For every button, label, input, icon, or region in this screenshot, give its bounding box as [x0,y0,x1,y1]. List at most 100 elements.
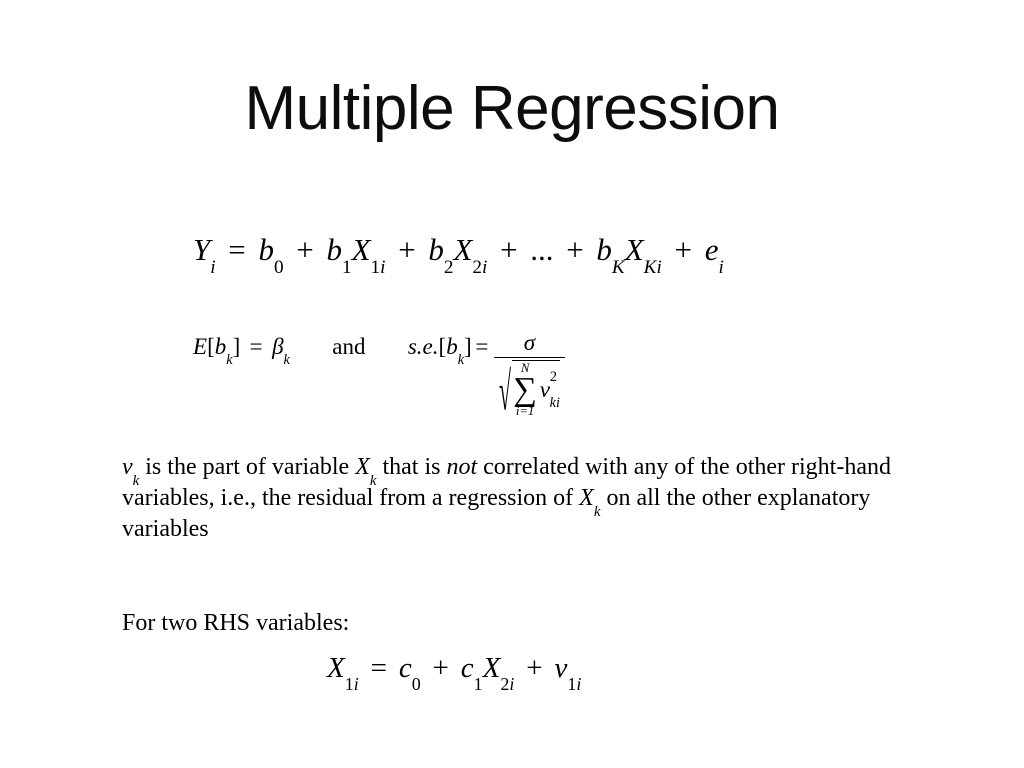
body-segment-2: is the part of variable [139,454,356,480]
equation-main-plus-5: + [674,232,692,267]
equation-main-plus-1: + [296,232,314,267]
equation-main-term-4-var-sub-idx: i [656,257,662,279]
equation-standard-error: s.e.[bk] = σ √ N ∑ i=1 v2 ki [407,330,567,422]
equation-se-sum-body-var: v [539,377,550,402]
equation-se-fraction: σ √ N ∑ i=1 v2 ki [494,330,565,422]
equation-main-term-2-var-sub-idx: i [482,257,488,279]
equation-last-term-2-sub-num: 1 [567,673,577,694]
equation-expectation-rhs-sub: k [283,352,290,369]
equation-main-term-0: b0 [258,232,283,277]
body-var-x-1: X [355,454,370,480]
equation-expectation: E[bk] = βk [193,330,290,367]
equation-last-plus-2: + [526,652,543,684]
equation-expectation-arg-var: b [214,334,227,359]
equation-main-term-5-sub: i [718,257,724,279]
equation-main-plus-3: + [500,232,518,267]
equation-last-equals: = [370,652,387,684]
equation-last-term-1-coef: c [460,652,474,684]
equation-last-term-1-coef-sub: 1 [473,673,483,694]
equation-se-arg-sub: k [457,352,465,369]
equation-last-term-1-var-sub: 2i [500,674,514,694]
equation-main-term-2-var-sub-num: 2 [472,257,483,279]
equation-main-lhs: Yi [193,232,216,277]
equation-se-close-bracket: ] [464,334,472,359]
equation-last-lhs-sub-idx: i [353,673,359,694]
equation-main-term-4-var-sub-num: K [643,257,657,279]
equation-last-term-2: v1i [554,652,581,693]
equation-last-term-0: c0 [398,652,421,693]
body-var-x-2-sub: k [593,503,601,520]
equation-main-term-0-sub: 0 [273,257,284,279]
equation-se-sum-body-sup: 2 [549,368,558,385]
equation-conjunction-and: and [332,334,366,359]
equation-main-term-2-coef: b [428,232,444,267]
equation-main-lhs-var: Y [193,232,211,267]
equation-two-rhs: X1i = c0 + c1X2i + v1i [327,652,581,693]
equation-main-term-4-var: X [624,232,644,267]
equation-last-term-0-coef: c [398,652,412,684]
equation-se-radical: √ N ∑ i=1 v2 ki [498,360,560,422]
equation-main-term-4-coef: b [596,232,612,267]
equation-main-term-4-var-sub: Ki [644,257,662,278]
equation-se-sum-lower: i=1 [515,404,535,419]
body-var-x-2: X [579,485,594,511]
equation-se-summation: N ∑ i=1 [513,362,537,418]
body-emphasis-not: not [446,454,478,480]
equation-last-plus-1: + [432,652,449,684]
equation-main-plus-2: + [398,232,416,267]
body-var-x-1-sub: k [369,472,377,489]
radical-overbar [511,360,560,361]
body-var-v-sub: k [132,472,140,489]
lead-in-text: For two RHS variables: [122,610,350,636]
equation-se-sum-body: v2 ki [537,369,560,410]
equation-se-equals: = [475,334,489,359]
equation-expectation-arg-sub: k [226,352,233,369]
equation-main-term-4: bKXKi [596,232,661,277]
equation-main-term-2-var: X [453,232,473,267]
equation-main-term-1-var: X [351,232,371,267]
equation-last-term-2-coef: v [554,652,568,684]
equation-last-lhs-sub-num: 1 [344,673,354,694]
equation-expectation-func: E [193,334,208,359]
equation-se-arg-var: b [446,334,458,359]
equation-row-expectation-and-se: E[bk] = βk and s.e.[bk] = σ √ N ∑ i=1 v2… [193,330,567,422]
equation-main-term-1-coef-sub: 1 [341,257,352,279]
equation-se-sum-body-sub: ki [549,395,560,412]
equation-last-term-1-var: X [482,652,501,684]
equation-last-term-2-sub: 1i [567,674,581,694]
equation-main-term-2: b2X2i [428,232,487,277]
equation-main-plus-4: + [566,232,584,267]
equation-main-term-4-coef-sub: K [611,257,625,279]
equation-main-term-2-coef-sub: 2 [443,257,454,279]
equation-expectation-open-bracket: [ [207,334,215,359]
equation-main-term-1-var-sub-idx: i [380,257,386,279]
equation-expectation-equals: = [249,334,263,359]
equation-main-term-2-var-sub: 2i [472,257,487,278]
body-paragraph: vk is the part of variable Xk that is no… [122,452,912,545]
equation-main-term-1-var-sub-num: 1 [370,257,381,279]
equation-main-term-1: b1X1i [326,232,385,277]
page-title: Multiple Regression [244,74,780,143]
equation-main-term-5: ei [705,232,724,277]
equation-main-ellipsis: ... [530,232,554,267]
equation-main-term-1-var-sub: 1i [371,257,386,278]
equation-last-term-0-sub: 0 [411,673,421,694]
equation-last-term-1: c1X2i [460,652,515,693]
equation-last-term-1-var-sub-idx: i [509,673,515,694]
equation-last-lhs-sub: 1i [345,674,359,694]
equation-last-term-2-sub-idx: i [576,673,582,694]
slide-canvas: Multiple Regression Yi = b0 + b1X1i + b2… [0,0,1024,768]
equation-main-equals: = [228,232,246,267]
sum-icon: ∑ [513,370,537,408]
equation-se-numerator-sigma: σ [523,330,536,355]
radical-icon: √ [498,362,511,422]
body-var-v: v [122,454,133,480]
equation-se-denominator: √ N ∑ i=1 v2 ki [494,358,564,422]
equation-last-lhs: X1i [327,652,359,693]
equation-se-func: s.e. [407,334,439,359]
equation-expectation-rhs-var: β [272,334,284,359]
equation-main-regression: Yi = b0 + b1X1i + b2X2i + ... + bKXKi + … [193,232,724,277]
equation-se-lhs: s.e.[bk] = [407,330,492,367]
equation-main-term-0-coef: b [258,232,274,267]
body-segment-4: that is [376,454,447,480]
